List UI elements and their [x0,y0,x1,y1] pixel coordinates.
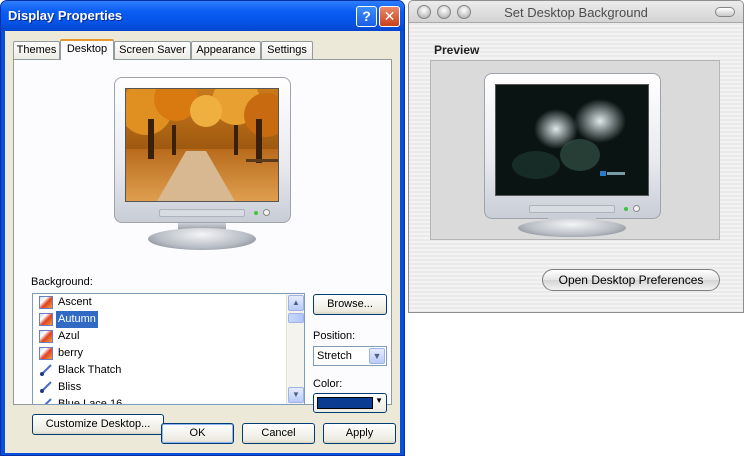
help-button[interactable]: ? [356,6,377,27]
image-file-icon [39,296,53,309]
position-select[interactable]: Stretch ▼ [313,346,387,366]
dark-wallpaper-preview [495,84,649,196]
tab-desktop[interactable]: Desktop [60,39,114,60]
chevron-up-icon: ▲ [292,298,300,307]
list-item[interactable]: Blue Lace 16 [33,396,285,404]
image-file-icon [39,347,53,360]
list-item[interactable]: Azul [33,328,285,345]
chevron-down-icon: ▼ [292,390,300,399]
monitor-stand [148,228,256,250]
list-item[interactable]: berry [33,345,285,362]
tab-appearance[interactable]: Appearance [191,41,261,59]
list-scrollbar[interactable]: ▲ ▼ [286,294,304,404]
position-label: Position: [313,330,356,342]
paintbrush-icon [39,398,53,404]
cancel-button[interactable]: Cancel [242,423,315,444]
paintbrush-icon [39,364,53,377]
toolbar-toggle-button[interactable] [715,7,735,17]
tab-screen-saver[interactable]: Screen Saver [114,41,191,59]
window-title: Display Properties [8,8,123,23]
display-properties-window: Display Properties ? ✕ Themes Desktop Sc… [0,0,405,456]
chevron-down-icon: ▼ [375,396,383,405]
dialog-body: Themes Desktop Screen Saver Appearance S… [5,31,400,453]
chevron-down-icon: ▼ [372,351,382,361]
help-icon: ? [362,8,371,24]
preview-label: Preview [434,43,480,57]
color-picker-button[interactable]: ▼ [313,393,387,413]
scroll-up-button[interactable]: ▲ [288,295,304,311]
list-item[interactable]: Black Thatch [33,362,285,379]
open-desktop-preferences-button[interactable]: Open Desktop Preferences [542,269,720,291]
background-label: Background: [31,276,93,288]
title-bar[interactable]: Set Desktop Background [409,1,743,23]
dropdown-arrow-button[interactable]: ▼ [369,348,385,364]
list-item[interactable]: Ascent [33,294,285,311]
tab-settings[interactable]: Settings [261,41,313,59]
power-led-icon [254,211,258,215]
power-knob-icon [633,205,640,212]
power-knob-icon [263,209,270,216]
list-item[interactable]: Bliss [33,379,285,396]
color-label: Color: [313,378,343,390]
window-title: Set Desktop Background [504,5,648,20]
close-icon: ✕ [383,8,396,24]
monitor-stand [518,219,626,237]
tab-themes[interactable]: Themes [13,41,60,59]
scroll-thumb[interactable] [288,313,304,323]
power-led-icon [624,207,628,211]
set-desktop-background-window: Set Desktop Background Preview Open Desk… [408,0,744,313]
image-file-icon [39,313,53,326]
position-value: Stretch [317,350,352,362]
customize-desktop-button[interactable]: Customize Desktop... [32,414,164,435]
browse-button[interactable]: Browse... [313,294,387,315]
color-swatch [317,397,373,409]
background-list[interactable]: Ascent Autumn Azul berry Black Thatch Bl… [32,293,305,405]
ok-button[interactable]: OK [161,423,234,444]
title-bar[interactable]: Display Properties ? ✕ [1,1,404,31]
autumn-wallpaper-preview [125,88,279,202]
apply-button[interactable]: Apply [323,423,396,444]
paintbrush-icon [39,381,53,394]
desktop-tab-panel: Background: Ascent Autumn Azul berry Bla… [13,59,392,435]
close-button[interactable]: ✕ [379,6,400,27]
preview-box [430,60,720,240]
image-file-icon [39,330,53,343]
list-item-selected[interactable]: Autumn [33,311,285,328]
scroll-down-button[interactable]: ▼ [288,387,304,403]
